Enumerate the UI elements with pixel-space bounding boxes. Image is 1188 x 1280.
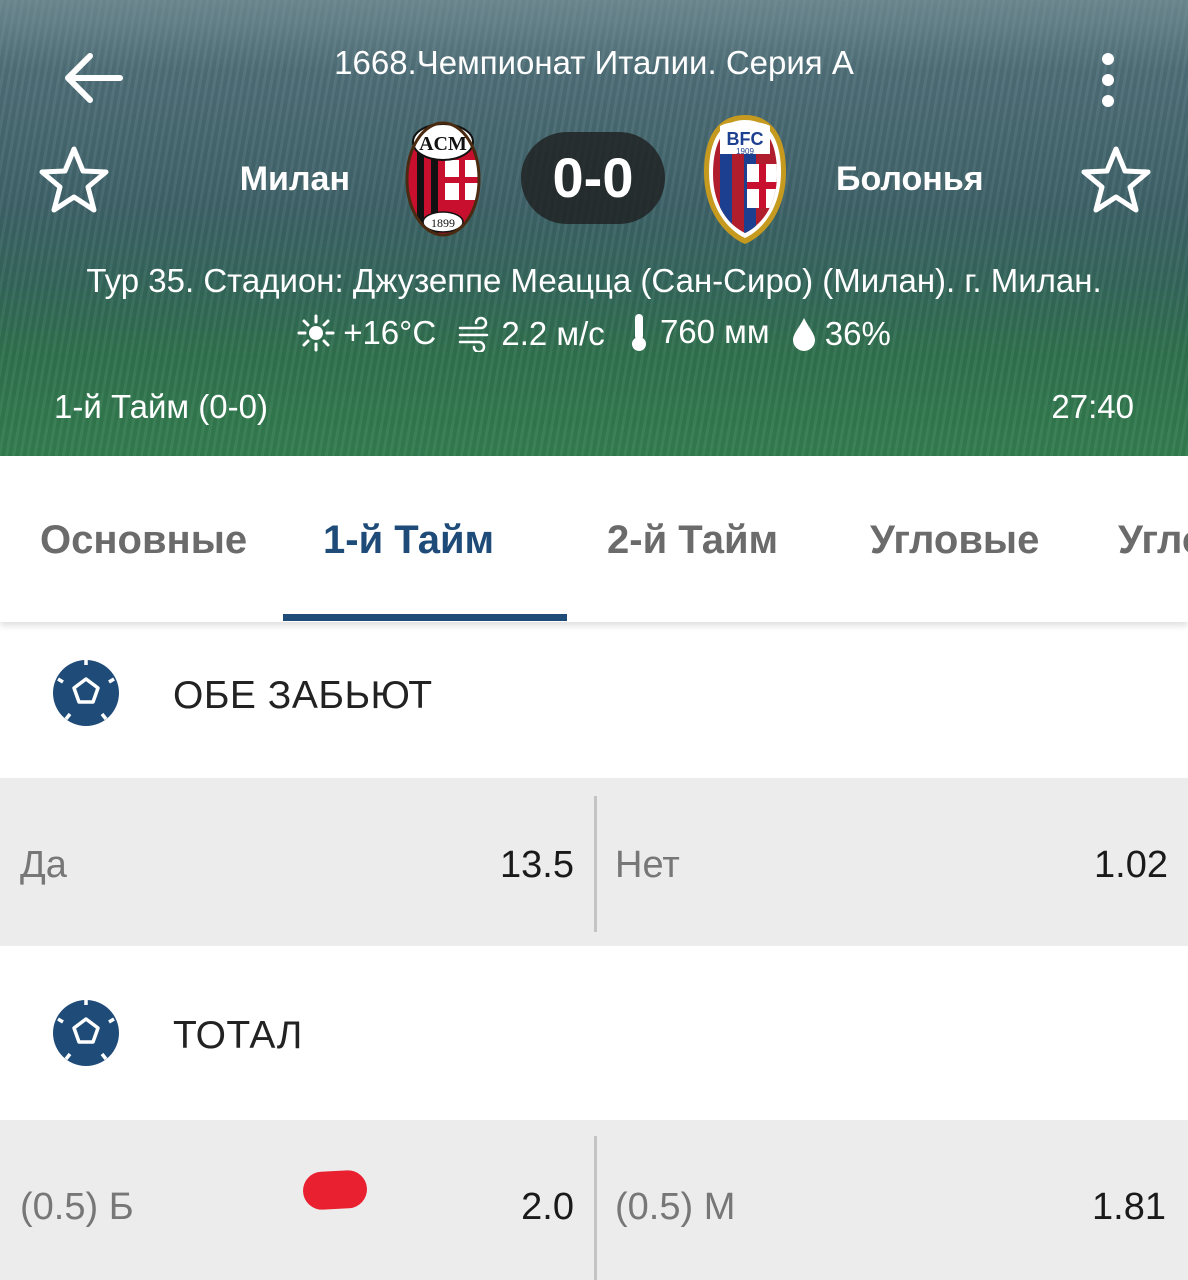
away-team-logo: BFC 1909 <box>700 112 790 248</box>
more-vertical-icon <box>1102 53 1114 107</box>
match-header: 1668.Чемпионат Италии. Серия А Милан ACM… <box>0 0 1188 456</box>
more-menu-button[interactable] <box>1088 50 1128 110</box>
market-tabs: Основные 1-й Тайм 2-й Тайм Угловые Углов… <box>0 456 1188 622</box>
away-team-name: Болонья <box>836 160 984 198</box>
market-title: ОБЕ ЗАБЬЮТ <box>173 674 433 717</box>
star-outline-icon <box>1081 146 1151 213</box>
outcome-no[interactable]: Нет 1.02 <box>597 778 1188 946</box>
match-timer: 27:40 <box>1051 388 1134 425</box>
outcome-label: Нет <box>615 844 680 886</box>
home-logo-text-bottom: 1899 <box>431 216 455 230</box>
temperature-value: +16°C <box>343 314 437 351</box>
tab-corners[interactable]: Угловые <box>870 518 1039 563</box>
active-tab-indicator <box>283 614 567 621</box>
league-title: 1668.Чемпионат Италии. Серия А <box>334 44 854 81</box>
market-header-both-score[interactable]: ОБЕ ЗАБЬЮТ <box>0 622 1188 778</box>
venue-info: Тур 35. Стадион: Джузеппе Меацца (Сан-Си… <box>86 262 1102 299</box>
soccer-ball-icon <box>53 1000 119 1066</box>
tab-first-half[interactable]: 1-й Тайм <box>323 518 494 563</box>
market-title: ТОТАЛ <box>173 1014 303 1057</box>
weather-info: +16°C 2.2 м/с 760 мм 36% <box>0 312 1188 360</box>
market-header-total[interactable]: ТОТАЛ <box>0 962 1188 1118</box>
outcome-label: Да <box>20 844 67 886</box>
outcome-yes[interactable]: Да 13.5 <box>0 778 594 946</box>
thermometer-icon <box>631 314 646 351</box>
outcome-odds: 2.0 <box>521 1186 574 1228</box>
soccer-ball-icon <box>53 660 119 726</box>
tab-second-half[interactable]: 2-й Тайм <box>607 518 778 563</box>
home-logo-text-top: ACM <box>419 133 467 155</box>
tab-corners-2[interactable]: Угловые <box>1118 518 1188 563</box>
sun-icon <box>297 314 335 352</box>
pressure-value: 760 мм <box>659 313 770 350</box>
home-team-logo: ACM 1899 <box>405 120 481 238</box>
drop-icon <box>792 318 815 351</box>
market-outcomes-row: Да 13.5 Нет 1.02 <box>0 778 1188 946</box>
outcome-odds: 1.81 <box>1092 1186 1166 1228</box>
outcome-label: (0.5) М <box>615 1186 736 1228</box>
humidity-value: 36% <box>824 315 891 352</box>
match-score: 0-0 <box>521 132 665 224</box>
odds-change-marker <box>302 1169 368 1211</box>
market-outcomes-row: (0.5) Б 2.0 (0.5) М 1.81 <box>0 1120 1188 1280</box>
wind-value: 2.2 м/с <box>501 315 605 352</box>
outcome-over[interactable]: (0.5) Б 2.0 <box>0 1120 594 1280</box>
wind-icon <box>459 316 489 352</box>
away-logo-text-year: 1909 <box>736 147 754 156</box>
favorite-away-button[interactable] <box>1080 145 1152 215</box>
outcome-odds: 13.5 <box>500 844 574 886</box>
outcome-label: (0.5) Б <box>20 1186 134 1228</box>
outcome-under[interactable]: (0.5) М 1.81 <box>597 1120 1188 1280</box>
match-period: 1-й Тайм (0-0) <box>54 388 268 425</box>
home-team-name: Милан <box>239 160 350 198</box>
favorite-home-button[interactable] <box>38 145 110 215</box>
away-logo-text-top: BFC <box>727 129 764 149</box>
star-outline-icon <box>39 146 109 213</box>
outcome-odds: 1.02 <box>1094 844 1168 886</box>
tab-main[interactable]: Основные <box>40 518 247 563</box>
